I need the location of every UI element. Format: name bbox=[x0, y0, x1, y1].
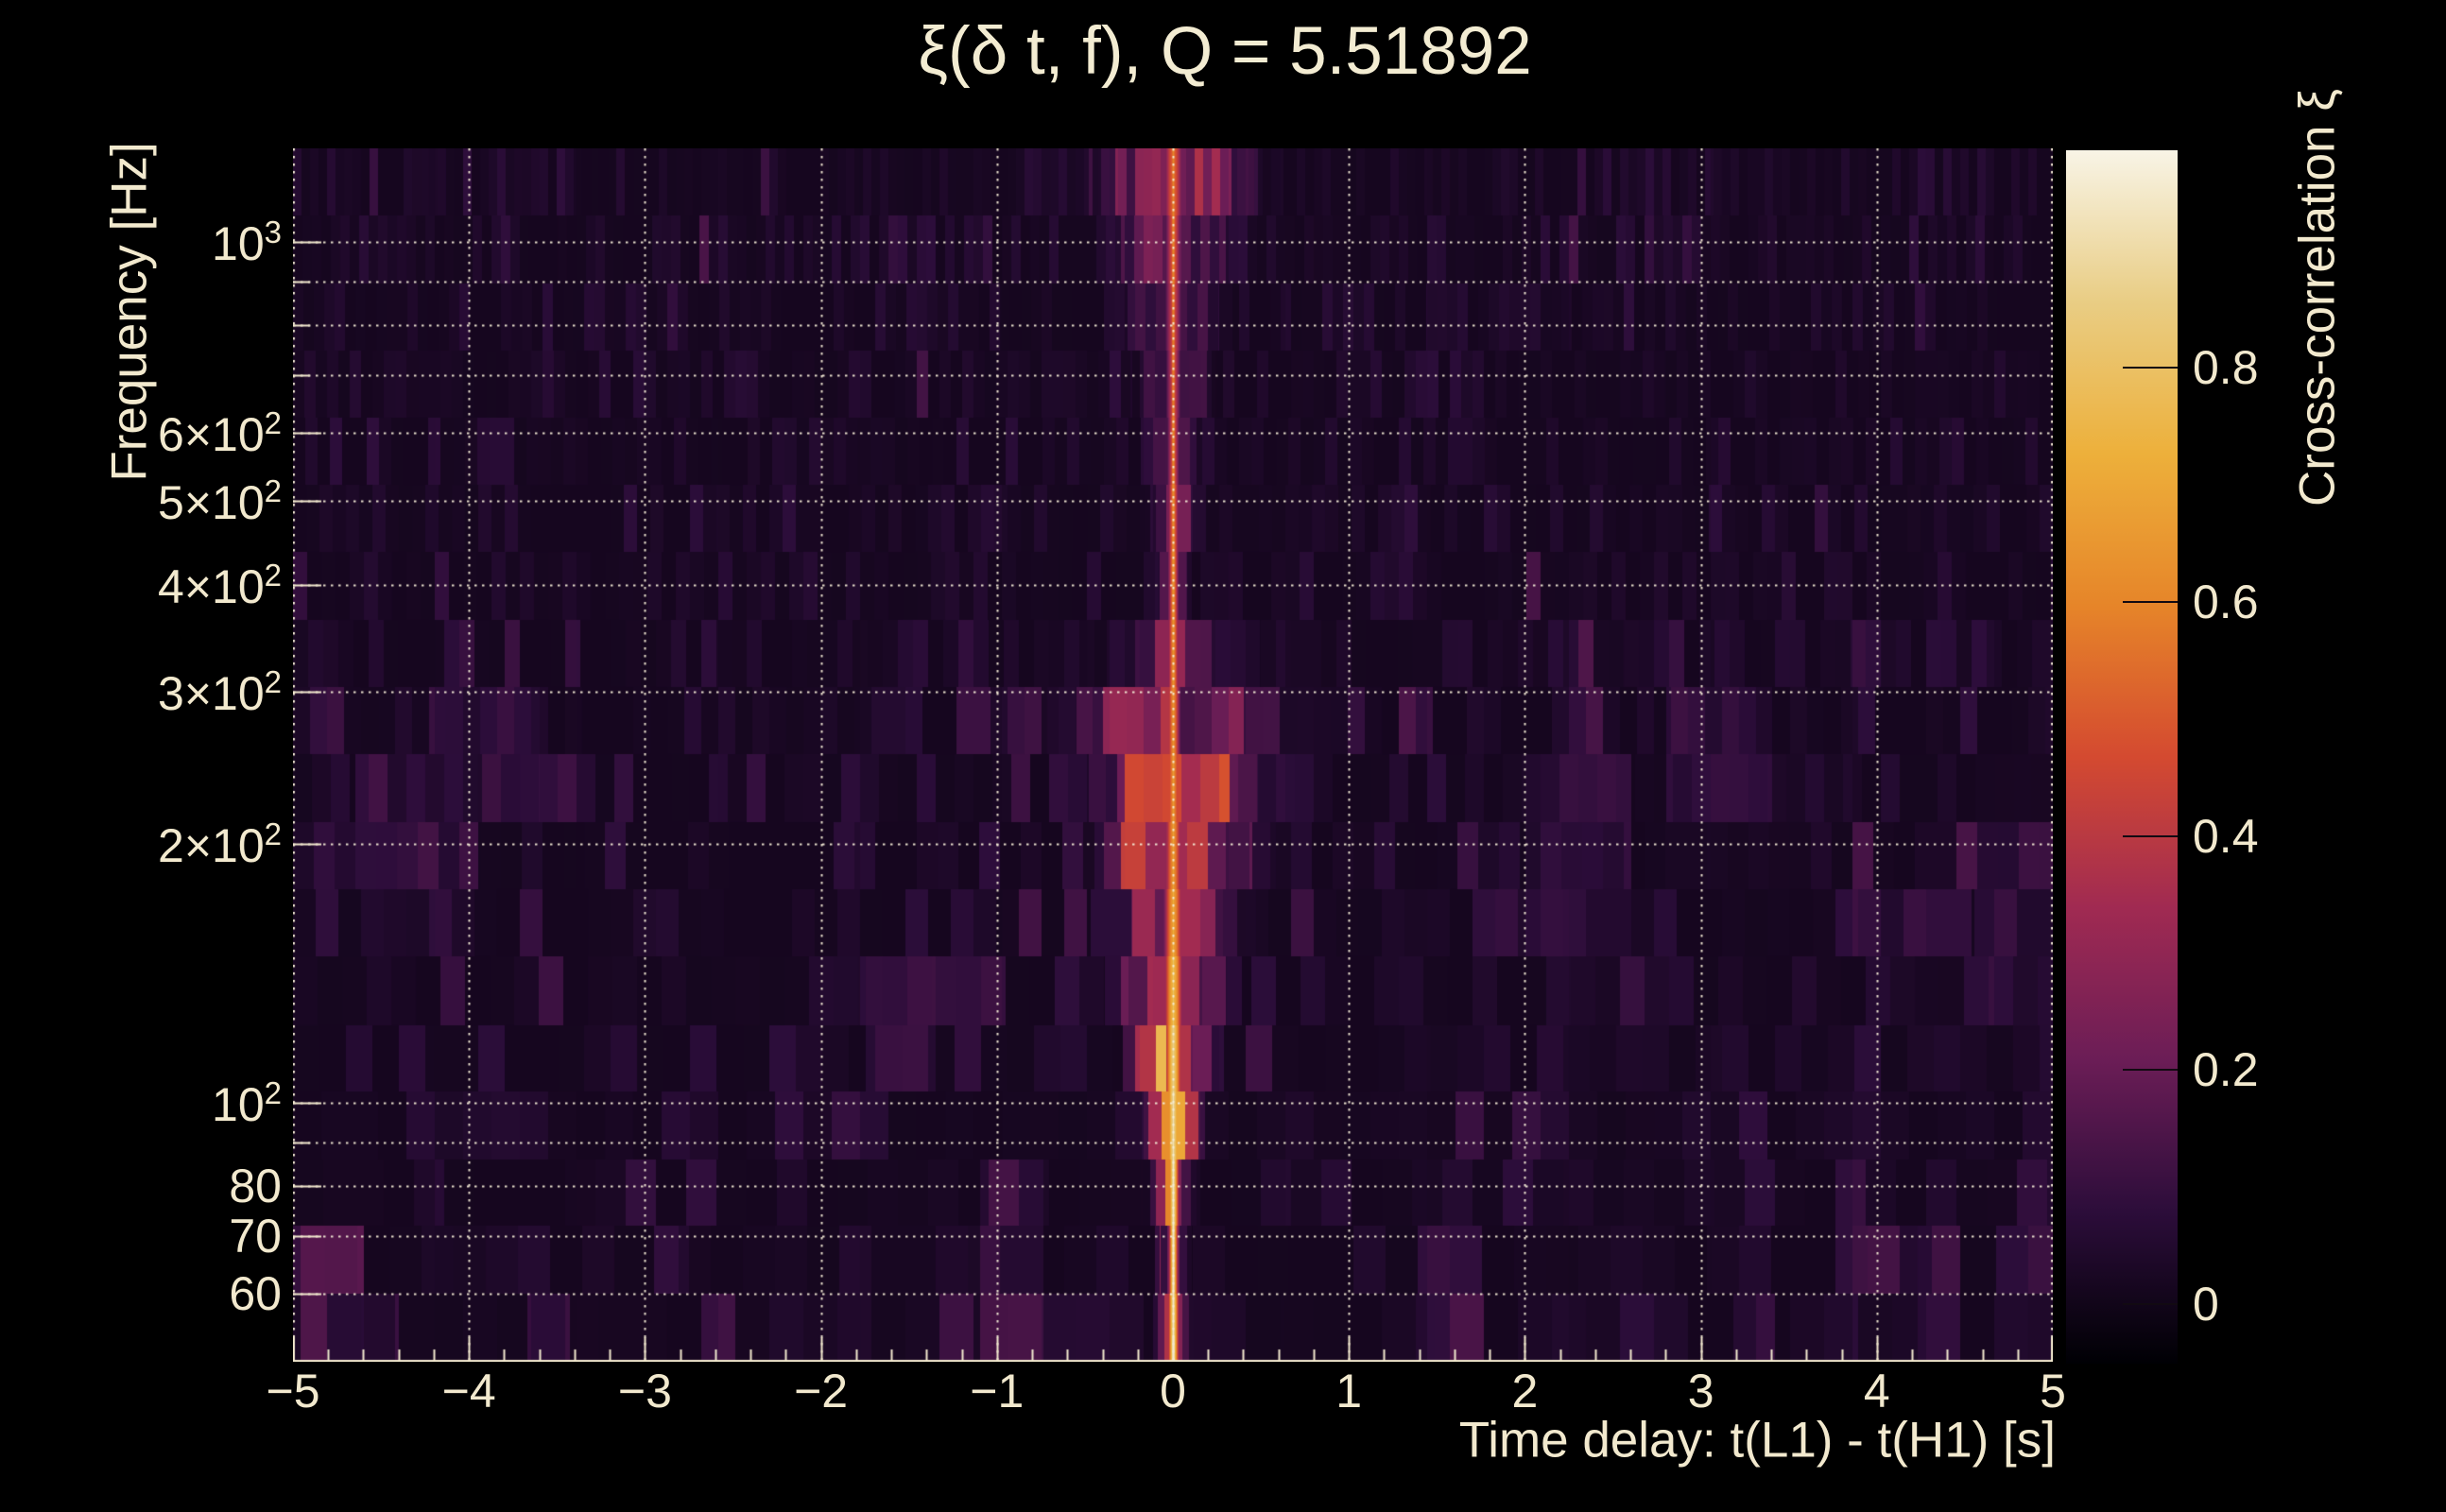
colorbar-tick-line bbox=[2123, 1069, 2178, 1072]
colorbar-tick-label: 0 bbox=[2193, 1277, 2219, 1331]
page: { "page": { "background": "#000000", "te… bbox=[0, 0, 2446, 1512]
colorbar-tick-label: 0.6 bbox=[2193, 575, 2259, 628]
colorbar-tick-line bbox=[2123, 600, 2178, 603]
colorbar-tick-label: 0.4 bbox=[2193, 809, 2259, 863]
colorbar-tick-line bbox=[2123, 834, 2178, 837]
colorbar-tick-label: 0.8 bbox=[2193, 341, 2259, 395]
colorbar-tick-line bbox=[2123, 367, 2178, 369]
colorbar-ticks: 0.8 0.6 0.4 0.2 0 bbox=[0, 0, 2446, 1512]
colorbar-tick-line bbox=[2123, 1302, 2178, 1305]
colorbar-tick-label: 0.2 bbox=[2193, 1043, 2259, 1097]
